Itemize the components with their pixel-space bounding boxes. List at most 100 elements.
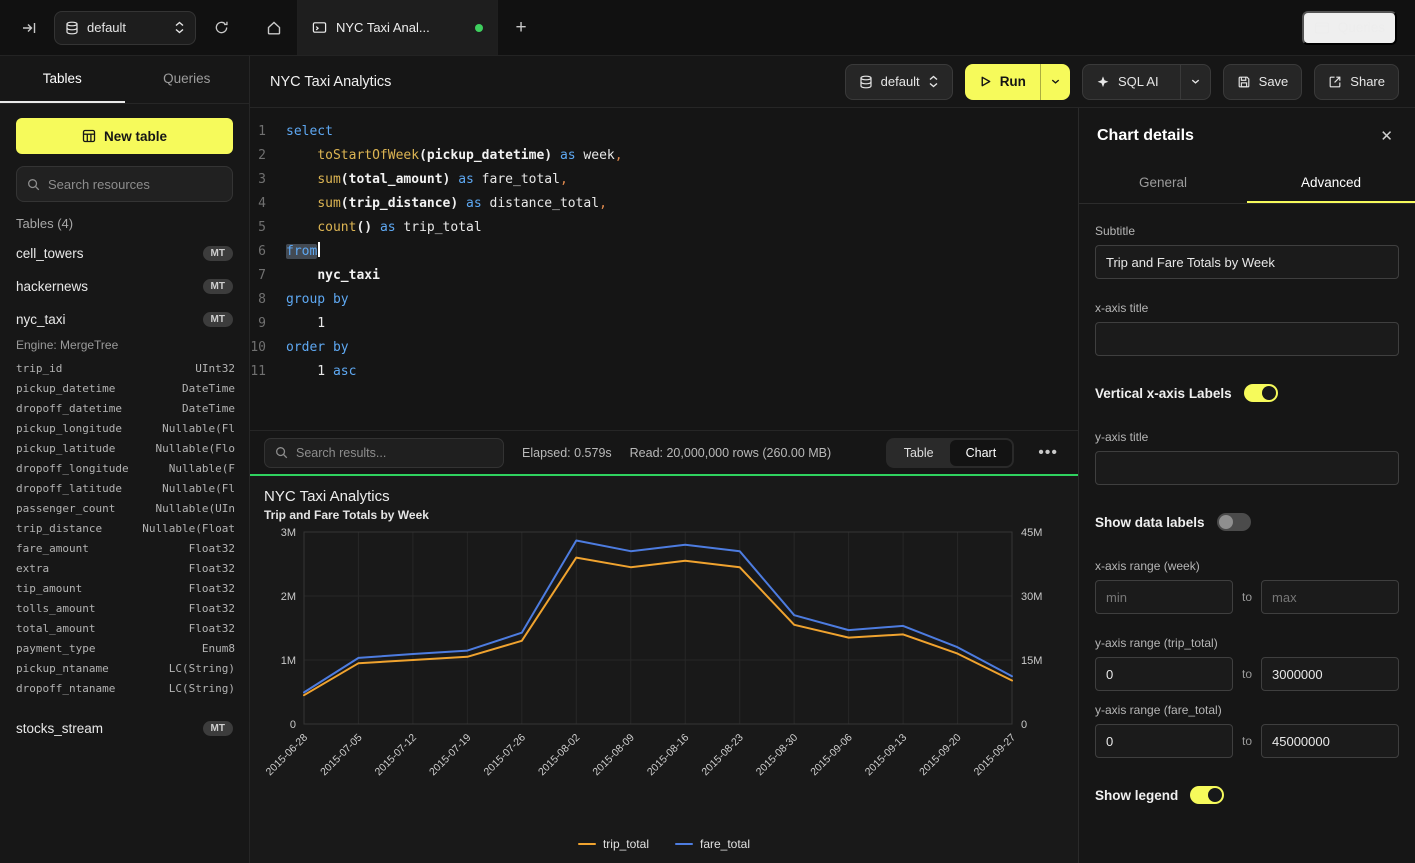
table-item-nyc_taxi[interactable]: nyc_taxiMT bbox=[0, 303, 249, 336]
editor-line[interactable]: 3 sum(total_amount) as fare_total, bbox=[250, 168, 1078, 192]
column-type: Float32 bbox=[189, 582, 235, 595]
x-axis-title-label: x-axis title bbox=[1095, 301, 1399, 315]
share-button-label: Share bbox=[1350, 74, 1385, 89]
column-type: Nullable(F bbox=[169, 462, 235, 475]
save-button[interactable]: Save bbox=[1223, 64, 1303, 100]
svg-text:45M: 45M bbox=[1021, 527, 1042, 539]
new-tab-button[interactable]: + bbox=[498, 0, 544, 55]
tab-advanced[interactable]: Advanced bbox=[1247, 164, 1415, 203]
editor-line[interactable]: 8group by bbox=[250, 288, 1078, 312]
svg-text:2015-07-26: 2015-07-26 bbox=[481, 732, 528, 779]
x-range-min-input[interactable] bbox=[1095, 580, 1233, 614]
tables-list: cell_towersMThackernewsMTnyc_taxiMTEngin… bbox=[0, 237, 249, 863]
column-row[interactable]: trip_idUInt32 bbox=[0, 358, 249, 378]
editor-line[interactable]: 10order by bbox=[250, 336, 1078, 360]
column-row[interactable]: pickup_longitudeNullable(Fl bbox=[0, 418, 249, 438]
collapse-sidebar-icon[interactable] bbox=[14, 13, 44, 43]
view-table-button[interactable]: Table bbox=[888, 440, 950, 466]
sidebar-tab-tables[interactable]: Tables bbox=[0, 56, 125, 103]
new-table-button[interactable]: New table bbox=[16, 118, 233, 154]
editor-line[interactable]: 9 1 bbox=[250, 312, 1078, 336]
view-chart-button[interactable]: Chart bbox=[950, 440, 1013, 466]
table-item-cell_towers[interactable]: cell_towersMT bbox=[0, 237, 249, 270]
query-tab-nyc-taxi[interactable]: NYC Taxi Anal... bbox=[298, 0, 498, 55]
editor-line[interactable]: 4 sum(trip_distance) as distance_total, bbox=[250, 192, 1078, 216]
column-row[interactable]: fare_amountFloat32 bbox=[0, 538, 249, 558]
legend-label: fare_total bbox=[700, 837, 750, 851]
app-window: default NYC Taxi Anal... bbox=[0, 0, 1415, 863]
editor-line[interactable]: 5 count() as trip_total bbox=[250, 216, 1078, 240]
refresh-icon[interactable] bbox=[206, 13, 236, 43]
code-text: 1 asc bbox=[286, 360, 356, 384]
chart-details-body: Subtitle x-axis title Vertical x-axis La… bbox=[1079, 204, 1415, 863]
table-item-stocks_stream[interactable]: stocks_streamMT bbox=[0, 712, 249, 745]
home-tab[interactable] bbox=[250, 0, 298, 55]
editor-line[interactable]: 1select bbox=[250, 120, 1078, 144]
vertical-x-labels-row: Vertical x-axis Labels bbox=[1095, 384, 1399, 402]
line-number: 7 bbox=[250, 264, 286, 288]
chart-plot[interactable]: 01M2M3M015M30M45M2015-06-282015-07-05201… bbox=[264, 526, 1064, 835]
x-range-max-input[interactable] bbox=[1261, 580, 1399, 614]
legend-item-fare_total[interactable]: fare_total bbox=[675, 837, 750, 851]
more-options-icon[interactable]: ••• bbox=[1032, 440, 1064, 466]
y-range-fare-max-input[interactable] bbox=[1261, 724, 1399, 758]
queries-button[interactable]: Queries bbox=[1302, 11, 1397, 45]
range-to-label: to bbox=[1242, 734, 1252, 748]
chart-subtitle: Trip and Fare Totals by Week bbox=[264, 508, 1064, 522]
table-engine-label: Engine: MergeTree bbox=[0, 336, 249, 358]
column-row[interactable]: dropoff_longitudeNullable(F bbox=[0, 458, 249, 478]
y-range-fare-min-input[interactable] bbox=[1095, 724, 1233, 758]
column-row[interactable]: passenger_countNullable(UIn bbox=[0, 498, 249, 518]
database-selector[interactable]: default bbox=[54, 11, 196, 45]
sql-ai-chevron[interactable] bbox=[1180, 65, 1210, 99]
close-icon[interactable]: ✕ bbox=[1376, 123, 1397, 149]
engine-badge: MT bbox=[203, 279, 233, 294]
table-item-hackernews[interactable]: hackernewsMT bbox=[0, 270, 249, 303]
legend-swatch bbox=[675, 843, 693, 846]
sql-ai-button[interactable]: SQL AI bbox=[1082, 64, 1211, 100]
line-number: 5 bbox=[250, 216, 286, 240]
legend-item-trip_total[interactable]: trip_total bbox=[578, 837, 649, 851]
run-options-chevron[interactable] bbox=[1040, 64, 1070, 100]
column-row[interactable]: total_amountFloat32 bbox=[0, 618, 249, 638]
search-resources-input[interactable] bbox=[48, 177, 222, 192]
column-row[interactable]: dropoff_latitudeNullable(Fl bbox=[0, 478, 249, 498]
sql-editor[interactable]: 1select2 toStartOfWeek(pickup_datetime) … bbox=[250, 108, 1078, 430]
y-range-trip-min-input[interactable] bbox=[1095, 657, 1233, 691]
editor-line[interactable]: 2 toStartOfWeek(pickup_datetime) as week… bbox=[250, 144, 1078, 168]
column-name: payment_type bbox=[16, 642, 95, 655]
column-type: Nullable(Fl bbox=[162, 422, 235, 435]
show-legend-toggle[interactable] bbox=[1190, 786, 1224, 804]
sidebar-tab-queries[interactable]: Queries bbox=[125, 56, 250, 103]
y-range-trip-max-input[interactable] bbox=[1261, 657, 1399, 691]
column-row[interactable]: extraFloat32 bbox=[0, 558, 249, 578]
share-button[interactable]: Share bbox=[1314, 64, 1399, 100]
column-row[interactable]: dropoff_datetimeDateTime bbox=[0, 398, 249, 418]
query-header: NYC Taxi Analytics default bbox=[250, 56, 1415, 108]
run-button[interactable]: Run bbox=[965, 64, 1070, 100]
column-row[interactable]: tolls_amountFloat32 bbox=[0, 598, 249, 618]
query-database-selector[interactable]: default bbox=[845, 64, 953, 100]
show-data-labels-toggle[interactable] bbox=[1217, 513, 1251, 531]
search-results-input[interactable] bbox=[296, 446, 493, 460]
column-row[interactable]: pickup_datetimeDateTime bbox=[0, 378, 249, 398]
column-row[interactable]: dropoff_ntanameLC(String) bbox=[0, 678, 249, 698]
svg-text:2015-08-09: 2015-08-09 bbox=[590, 732, 637, 779]
column-row[interactable]: trip_distanceNullable(Float bbox=[0, 518, 249, 538]
code-text: toStartOfWeek(pickup_datetime) as week, bbox=[286, 144, 623, 168]
editor-line[interactable]: 11 1 asc bbox=[250, 360, 1078, 384]
editor-line[interactable]: 7 nyc_taxi bbox=[250, 264, 1078, 288]
console-window-icon bbox=[312, 20, 327, 35]
column-row[interactable]: payment_typeEnum8 bbox=[0, 638, 249, 658]
y-axis-title-input[interactable] bbox=[1095, 451, 1399, 485]
engine-badge: MT bbox=[203, 312, 233, 327]
vertical-x-labels-toggle[interactable] bbox=[1244, 384, 1278, 402]
column-row[interactable]: pickup_latitudeNullable(Flo bbox=[0, 438, 249, 458]
svg-text:2015-07-19: 2015-07-19 bbox=[427, 732, 474, 779]
column-row[interactable]: pickup_ntanameLC(String) bbox=[0, 658, 249, 678]
tab-general[interactable]: General bbox=[1079, 164, 1247, 203]
column-row[interactable]: tip_amountFloat32 bbox=[0, 578, 249, 598]
subtitle-input[interactable] bbox=[1095, 245, 1399, 279]
editor-line[interactable]: 6from bbox=[250, 240, 1078, 264]
x-axis-title-input[interactable] bbox=[1095, 322, 1399, 356]
